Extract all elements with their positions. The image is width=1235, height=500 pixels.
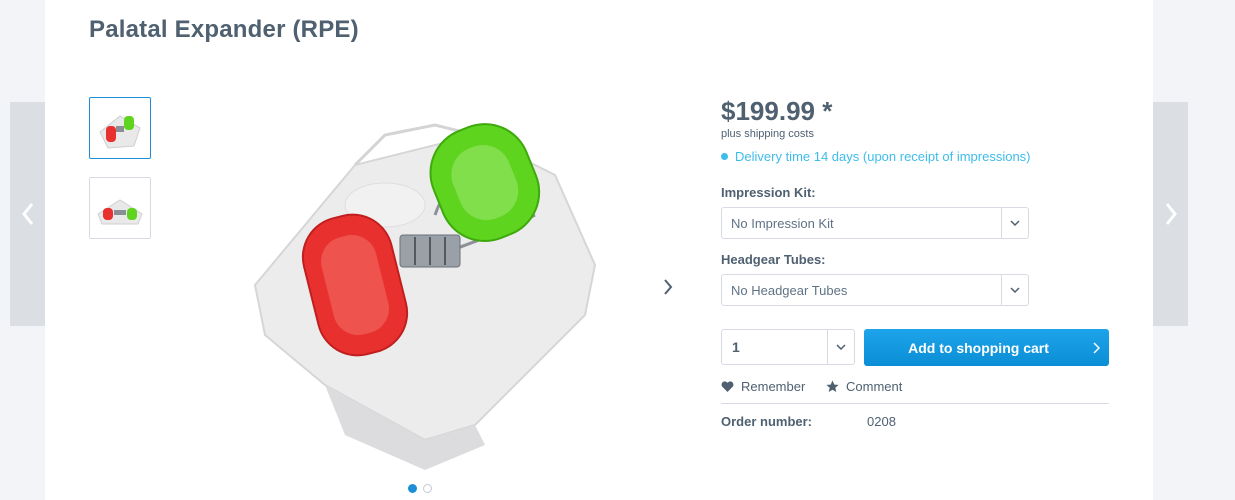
quantity-value: 1 bbox=[732, 339, 740, 355]
previous-product-button[interactable] bbox=[10, 102, 45, 326]
remember-link[interactable]: Remember bbox=[721, 379, 805, 394]
comment-label: Comment bbox=[846, 379, 903, 394]
chevron-down-icon bbox=[1001, 208, 1028, 238]
image-pagination bbox=[408, 484, 432, 493]
order-number-label: Order number: bbox=[721, 414, 813, 429]
thumbnail-2[interactable] bbox=[89, 177, 151, 239]
next-product-button[interactable] bbox=[1153, 102, 1188, 326]
comment-link[interactable]: Comment bbox=[826, 379, 902, 394]
quantity-select[interactable]: 1 bbox=[721, 329, 855, 365]
chevron-left-icon bbox=[21, 203, 33, 225]
chevron-down-icon bbox=[1001, 275, 1028, 305]
delivery-text: Delivery time 14 days (upon receipt of i… bbox=[735, 149, 1031, 164]
image-next-button[interactable] bbox=[653, 272, 683, 302]
add-to-cart-button[interactable]: Add to shopping cart bbox=[864, 329, 1109, 366]
headgear-tubes-label: Headgear Tubes: bbox=[721, 252, 826, 267]
star-icon bbox=[826, 380, 839, 392]
order-number-value: 0208 bbox=[867, 414, 896, 429]
chevron-right-icon bbox=[1165, 203, 1177, 225]
chevron-right-icon bbox=[1083, 341, 1109, 354]
chevron-right-icon bbox=[664, 279, 673, 295]
headgear-tubes-select[interactable]: No Headgear Tubes bbox=[721, 274, 1029, 306]
remember-label: Remember bbox=[741, 379, 806, 394]
shipping-note: plus shipping costs bbox=[721, 128, 814, 140]
product-price: $199.99 * bbox=[721, 96, 833, 126]
delivery-info: Delivery time 14 days (upon receipt of i… bbox=[721, 149, 1031, 164]
product-thumbnail-image bbox=[99, 115, 141, 149]
impression-kit-value: No Impression Kit bbox=[731, 215, 834, 231]
headgear-tubes-value: No Headgear Tubes bbox=[731, 282, 848, 298]
image-dot-1[interactable] bbox=[408, 484, 417, 493]
divider bbox=[721, 403, 1109, 404]
product-main-image bbox=[235, 95, 615, 475]
chevron-down-icon bbox=[827, 330, 854, 364]
image-dot-2[interactable] bbox=[423, 484, 432, 493]
product-title: Palatal Expander (RPE) bbox=[89, 16, 359, 43]
product-detail-panel: Palatal Expander (RPE) $199.99 * plus sh… bbox=[45, 0, 1153, 500]
heart-icon bbox=[721, 380, 734, 392]
add-to-cart-label: Add to shopping cart bbox=[908, 339, 1049, 356]
product-thumbnail-image bbox=[97, 199, 143, 225]
thumbnail-1[interactable] bbox=[89, 97, 151, 159]
status-dot-icon bbox=[721, 153, 728, 160]
impression-kit-select[interactable]: No Impression Kit bbox=[721, 207, 1029, 239]
impression-kit-label: Impression Kit: bbox=[721, 185, 816, 200]
